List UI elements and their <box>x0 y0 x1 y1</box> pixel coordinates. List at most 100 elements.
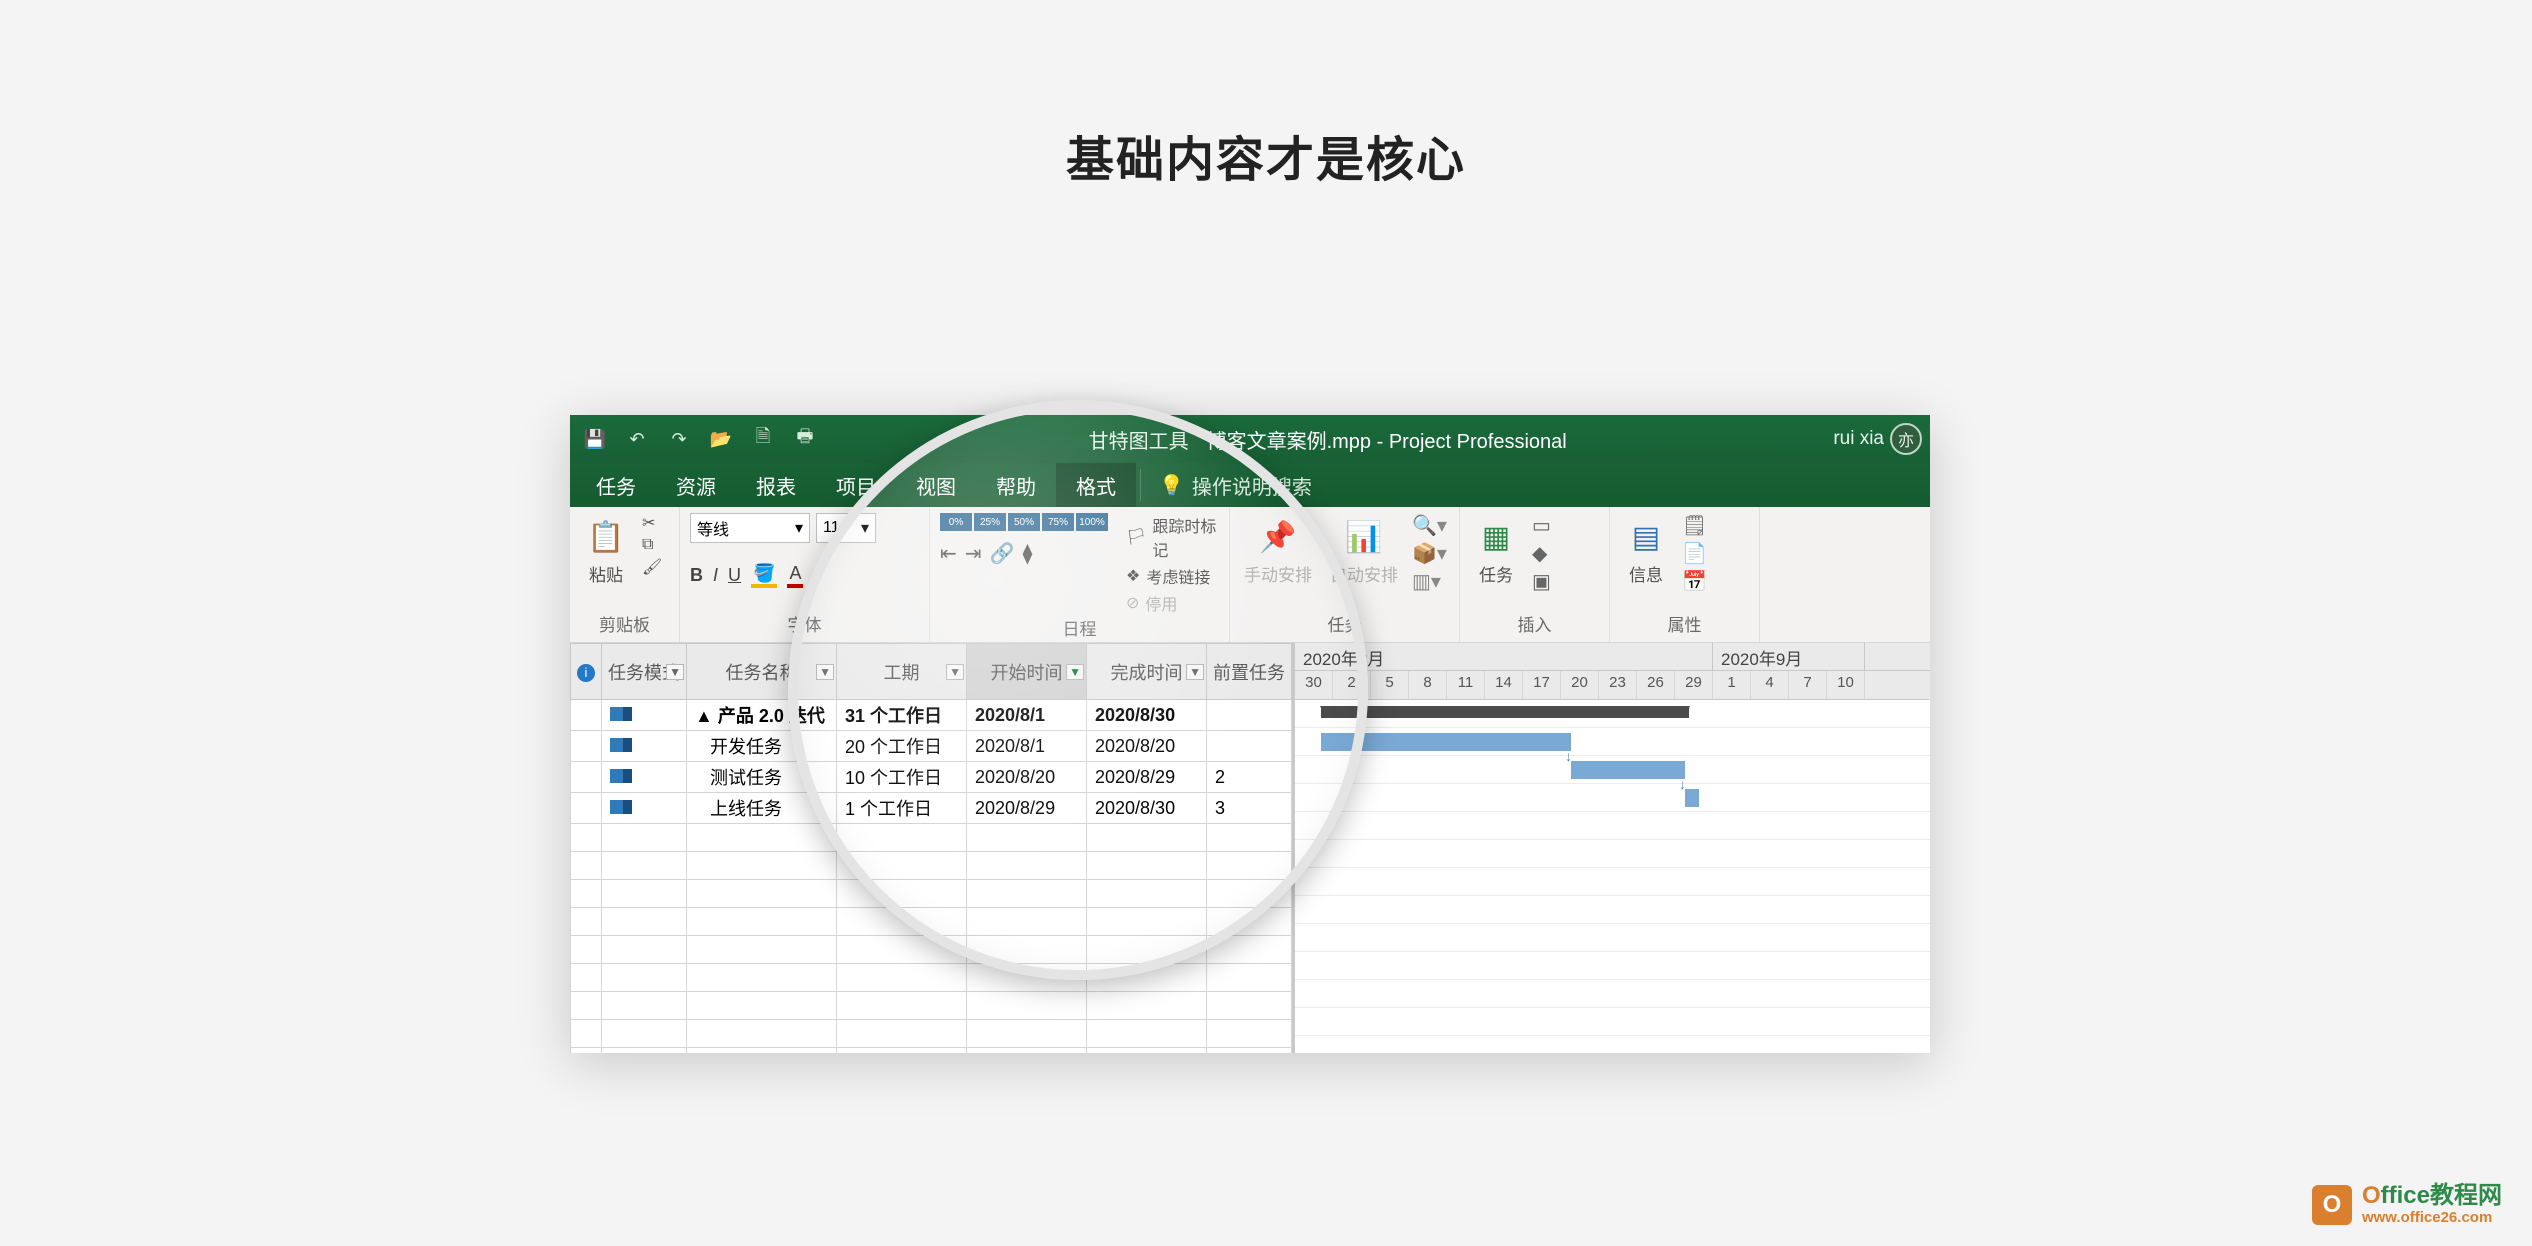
pct-75[interactable]: 75% <box>1042 513 1074 531</box>
start-cell[interactable]: 2020/8/29 <box>967 793 1087 824</box>
col-duration[interactable]: 工期▼ <box>837 644 967 700</box>
gantt-bar-summary[interactable] <box>1321 706 1689 718</box>
pred-cell[interactable]: 2 <box>1207 762 1292 793</box>
duration-cell[interactable]: 10 个工作日 <box>837 762 967 793</box>
respect-links-button[interactable]: 🏳跟踪时标记 <box>1126 513 1219 561</box>
col-finish[interactable]: 完成时间▼ <box>1087 644 1207 700</box>
gantt-bar-task[interactable] <box>1571 761 1685 779</box>
finish-cell[interactable]: 2020/8/30 <box>1087 700 1207 731</box>
pct-25[interactable]: 25% <box>974 513 1006 531</box>
italic-button[interactable]: I <box>713 565 718 586</box>
table-row-empty[interactable] <box>571 964 1292 992</box>
font-size-select[interactable]: 11▾ <box>816 513 876 543</box>
start-cell[interactable]: 2020/8/20 <box>967 762 1087 793</box>
table-row[interactable]: 上线任务1 个工作日2020/8/292020/8/303 <box>571 793 1292 824</box>
font-color-button[interactable]: A <box>787 563 803 588</box>
tab-task[interactable]: 任务 <box>576 463 656 507</box>
tab-help[interactable]: 帮助 <box>976 463 1056 507</box>
col-task-mode[interactable]: 任务模式▼ <box>602 644 687 700</box>
table-row-empty[interactable] <box>571 852 1292 880</box>
timeline-icon[interactable]: 📅 <box>1682 569 1707 594</box>
link-icon[interactable]: 🔗 <box>990 541 1015 566</box>
fill-color-button[interactable]: 🪣 <box>751 563 777 588</box>
gantt-bar-task[interactable] <box>1685 789 1699 807</box>
manual-schedule-button[interactable]: 📌 手动安排 <box>1240 513 1316 588</box>
tab-format[interactable]: 格式 <box>1056 463 1136 507</box>
table-row-empty[interactable] <box>571 1048 1292 1054</box>
indent-icon[interactable]: ⇥ <box>965 541 982 566</box>
finish-cell[interactable]: 2020/8/30 <box>1087 793 1207 824</box>
redo-icon[interactable]: ↷ <box>662 422 696 456</box>
task-sheet[interactable]: i 任务模式▼ 任务名称▼ 工期▼ 开始时间▼ 完成时间▼ 前置任务 ▲ 产品 … <box>570 643 1292 1053</box>
filter-dropdown-icon[interactable]: ▼ <box>946 664 964 680</box>
col-predecessors[interactable]: 前置任务 <box>1207 644 1292 700</box>
pred-cell[interactable]: 3 <box>1207 793 1292 824</box>
pct-100[interactable]: 100% <box>1076 513 1108 531</box>
table-row[interactable]: 开发任务20 个工作日2020/8/12020/8/20 <box>571 731 1292 762</box>
task-name-cell[interactable]: 上线任务 <box>687 793 837 824</box>
bold-button[interactable]: B <box>690 565 703 586</box>
task-name-cell[interactable]: 测试任务 <box>687 762 837 793</box>
start-cell[interactable]: 2020/8/1 <box>967 731 1087 762</box>
gantt-chart[interactable]: 2020年8月2020年9月 302581114172023262914710 … <box>1292 643 1930 1053</box>
font-name-select[interactable]: 等线▾ <box>690 513 810 543</box>
col-indicators[interactable]: i <box>571 644 602 700</box>
insert-task-button[interactable]: ▦ 任务 <box>1470 513 1522 588</box>
tab-view[interactable]: 视图 <box>896 463 976 507</box>
undo-icon[interactable]: ↶ <box>620 422 654 456</box>
new-icon[interactable]: 🗎 <box>746 422 780 456</box>
table-row-empty[interactable] <box>571 824 1292 852</box>
duration-cell[interactable]: 20 个工作日 <box>837 731 967 762</box>
tab-project[interactable]: 项目 <box>816 463 896 507</box>
table-row[interactable]: ▲ 产品 2.0 迭代31 个工作日2020/8/12020/8/30 <box>571 700 1292 731</box>
pred-cell[interactable] <box>1207 700 1292 731</box>
table-row-empty[interactable] <box>571 936 1292 964</box>
filter-dropdown-icon[interactable]: ▼ <box>1186 664 1204 680</box>
duration-cell[interactable]: 31 个工作日 <box>837 700 967 731</box>
gantt-bar-task[interactable] <box>1321 733 1571 751</box>
notes-icon[interactable]: 🗒 <box>1682 513 1707 538</box>
start-cell[interactable]: 2020/8/1 <box>967 700 1087 731</box>
deliverable-icon[interactable]: ▣ <box>1532 569 1551 594</box>
underline-button[interactable]: U <box>728 565 741 586</box>
filter-dropdown-icon[interactable]: ▼ <box>666 664 684 680</box>
save-icon[interactable]: 💾 <box>578 422 612 456</box>
task-name-cell[interactable]: ▲ 产品 2.0 迭代 <box>687 700 837 731</box>
pct-50[interactable]: 50% <box>1008 513 1040 531</box>
tell-me-search[interactable]: 💡 操作说明搜索 <box>1145 463 1326 507</box>
inspect-icon[interactable]: 🔍▾ <box>1412 513 1447 538</box>
filter-dropdown-active-icon[interactable]: ▼ <box>1066 664 1084 680</box>
duration-cell[interactable]: 1 个工作日 <box>837 793 967 824</box>
task-name-cell[interactable]: 开发任务 <box>687 731 837 762</box>
tab-resource[interactable]: 资源 <box>656 463 736 507</box>
copy-icon[interactable]: ⧉ <box>642 536 653 554</box>
finish-cell[interactable]: 2020/8/29 <box>1087 762 1207 793</box>
paste-button[interactable]: 📋 粘贴 <box>580 513 632 588</box>
outdent-icon[interactable]: ⇤ <box>940 541 957 566</box>
links-button[interactable]: ❖考虑链接 <box>1126 564 1210 588</box>
table-row-empty[interactable] <box>571 1020 1292 1048</box>
summary-task-icon[interactable]: ▭ <box>1532 513 1551 538</box>
filter-dropdown-icon[interactable]: ▼ <box>816 664 834 680</box>
finish-cell[interactable]: 2020/8/20 <box>1087 731 1207 762</box>
print-icon[interactable]: 🖶 <box>788 422 822 456</box>
details-icon[interactable]: 📄 <box>1682 541 1707 566</box>
tab-report[interactable]: 报表 <box>736 463 816 507</box>
table-row[interactable]: 测试任务10 个工作日2020/8/202020/8/292 <box>571 762 1292 793</box>
unlink-icon[interactable]: ⧫ <box>1022 541 1032 566</box>
format-painter-icon[interactable]: 🖌 <box>642 557 662 577</box>
table-row-empty[interactable] <box>571 880 1292 908</box>
information-button[interactable]: ▤ 信息 <box>1620 513 1672 588</box>
col-start[interactable]: 开始时间▼ <box>967 644 1087 700</box>
pct-0[interactable]: 0% <box>940 513 972 531</box>
auto-schedule-button[interactable]: 📊 自动安排 <box>1326 513 1402 588</box>
mode-icon[interactable]: ▥▾ <box>1412 569 1441 594</box>
open-icon[interactable]: 📂 <box>704 422 738 456</box>
col-task-name[interactable]: 任务名称▼ <box>687 644 837 700</box>
cut-icon[interactable]: ✂ <box>642 513 655 533</box>
table-row-empty[interactable] <box>571 992 1292 1020</box>
milestone-icon[interactable]: ◆ <box>1532 541 1547 566</box>
move-icon[interactable]: 📦▾ <box>1412 541 1447 566</box>
table-row-empty[interactable] <box>571 908 1292 936</box>
user-avatar-icon[interactable]: 亦 <box>1890 423 1922 455</box>
